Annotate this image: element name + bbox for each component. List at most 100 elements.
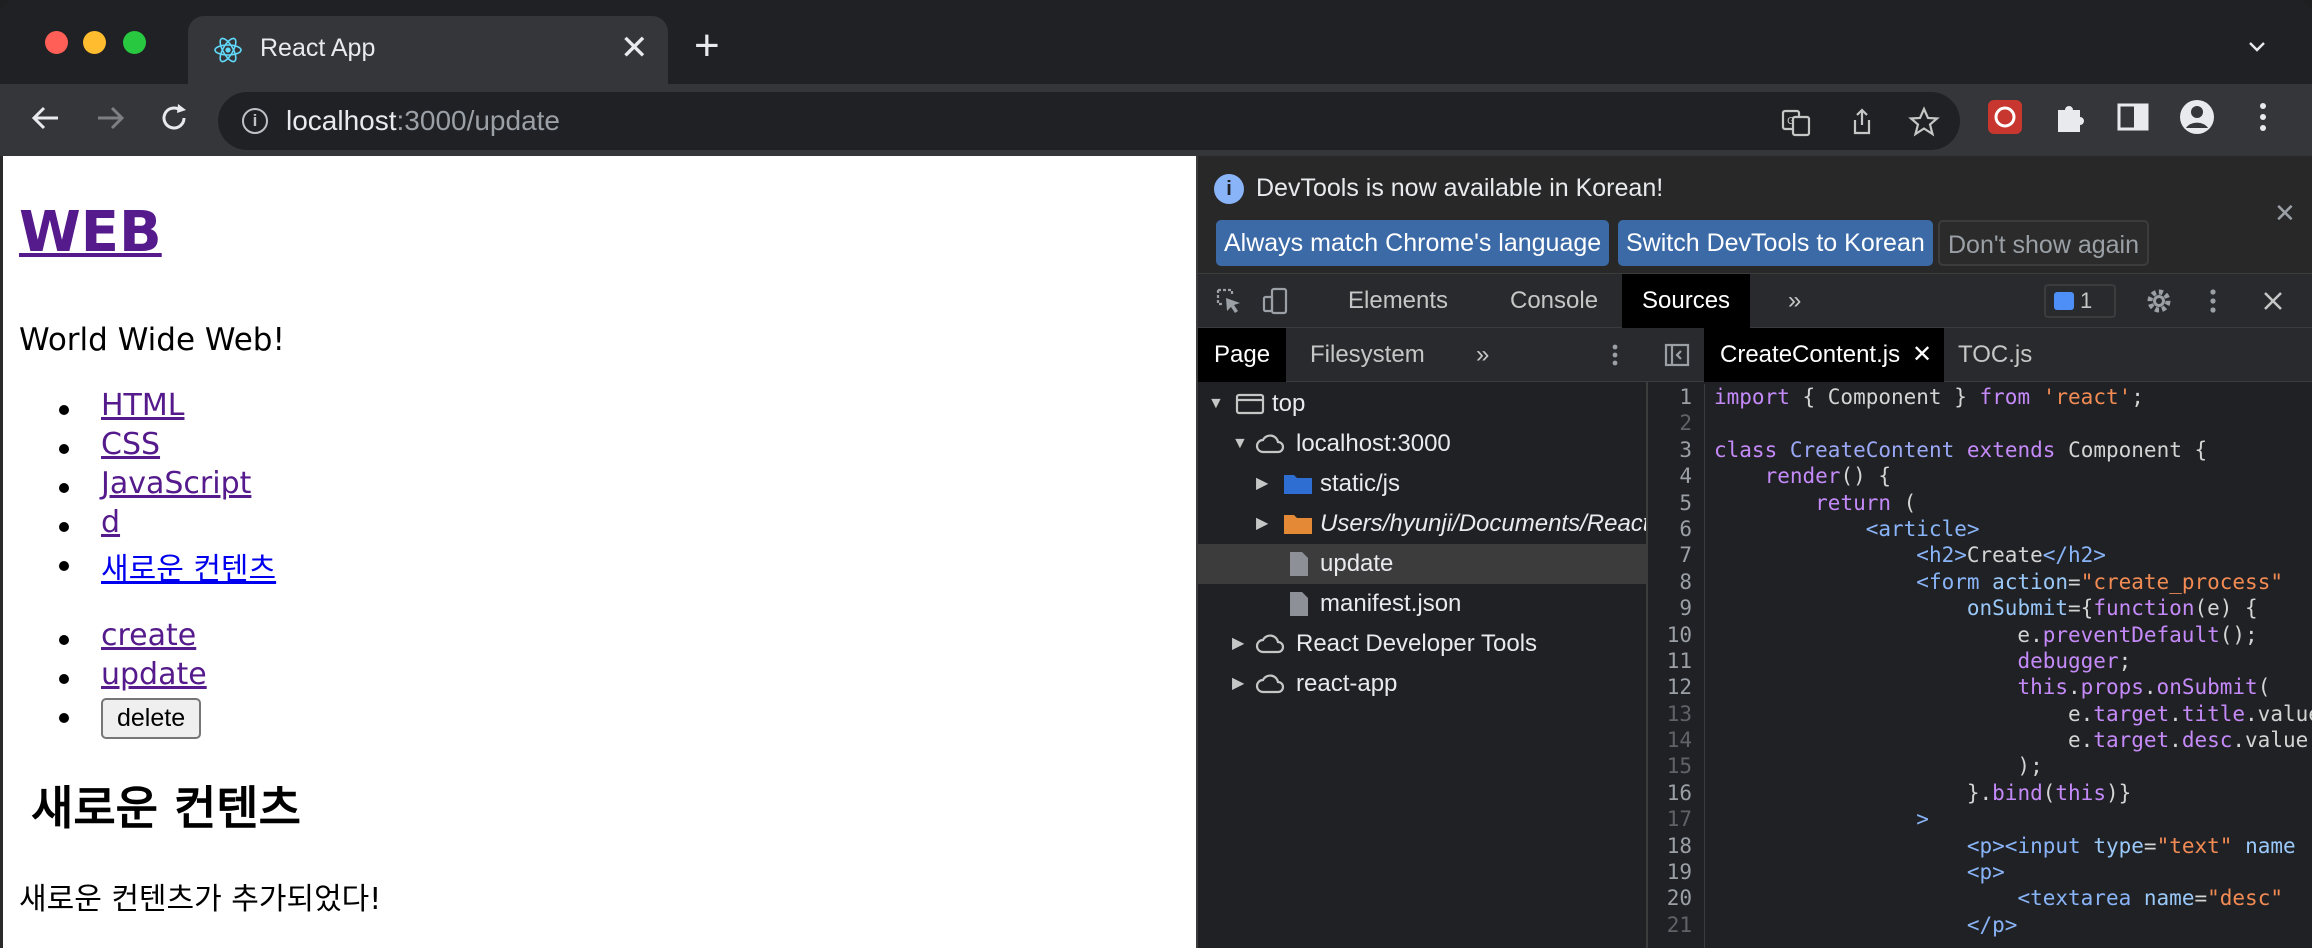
navigator-tab-bar: Page Filesystem » — [1198, 328, 1648, 382]
control-item: create — [53, 618, 207, 657]
side-panel-icon[interactable] — [2114, 98, 2152, 136]
toc-link-html[interactable]: HTML — [101, 388, 184, 423]
tree-item-react-devtools[interactable]: ▶ React Developer Tools — [1198, 624, 1646, 664]
browser-tab-active[interactable]: React App ✕ — [188, 16, 668, 84]
tab-sources[interactable]: Sources — [1622, 274, 1751, 328]
folder-icon — [1284, 515, 1312, 534]
infobar-close-icon[interactable]: ✕ — [2274, 198, 2296, 229]
tree-item-static-js[interactable]: ▶ static/js — [1198, 464, 1646, 504]
devtools-menu-icon[interactable] — [2198, 286, 2228, 316]
update-link[interactable]: update — [101, 657, 207, 692]
svg-text:G: G — [1787, 116, 1795, 127]
issues-count: 1 — [2080, 288, 2093, 313]
file-icon — [1290, 592, 1308, 616]
inspect-element-icon[interactable] — [1214, 286, 1244, 316]
expanded-triangle-icon[interactable]: ▼ — [1232, 424, 1248, 464]
collapsed-triangle-icon[interactable]: ▶ — [1256, 504, 1268, 544]
forward-arrow-icon[interactable] — [90, 98, 130, 138]
code-line: 12 this.props.onSubmit( — [1666, 675, 2271, 700]
collapsed-triangle-icon[interactable]: ▶ — [1256, 464, 1268, 504]
create-link[interactable]: create — [101, 618, 196, 653]
tab-page[interactable]: Page — [1198, 328, 1287, 382]
code-line: 13 e.target.title.value, — [1666, 701, 2312, 726]
code-line: 17 > — [1666, 807, 1929, 832]
toc-link-javascript[interactable]: JavaScript — [101, 466, 251, 501]
tab-search-icon[interactable] — [2248, 38, 2266, 56]
devtools-panel: i DevTools is now available in Korean! A… — [1196, 156, 2312, 948]
tab-close-icon[interactable]: ✕ — [620, 30, 649, 66]
toc-link-d[interactable]: d — [101, 505, 120, 540]
toc-item: d — [53, 505, 276, 544]
close-window-button[interactable] — [45, 31, 68, 54]
bookmark-star-icon[interactable] — [1908, 106, 1940, 138]
tree-item-users-folder[interactable]: ▶ Users/hyunji/Documents/React — [1198, 504, 1646, 544]
maximize-window-button[interactable] — [123, 31, 146, 54]
file-icon — [1290, 552, 1308, 576]
share-icon[interactable] — [1846, 106, 1878, 138]
home-link[interactable]: WEB — [19, 200, 162, 265]
code-line: 1 import { Component } from 'react'; — [1679, 385, 2144, 409]
toc-item: HTML — [53, 388, 276, 427]
extension-app-icon[interactable] — [1986, 98, 2024, 136]
code-line: 11 debugger; — [1666, 648, 2132, 673]
new-tab-button[interactable]: + — [694, 24, 720, 68]
content-description: 새로운 컨텐츠가 추가되었다! — [19, 882, 382, 917]
editor-tab-createcontent[interactable]: CreateContent.js ✕ — [1704, 328, 1945, 382]
navigator-menu-icon[interactable] — [1600, 340, 1630, 370]
sources-navigator: Page Filesystem » ▼ top ▼ localhost:3000… — [1198, 328, 1648, 948]
tree-item-manifest[interactable]: manifest.json — [1198, 584, 1646, 624]
toc-item: CSS — [53, 427, 276, 466]
issues-bubble-icon — [2054, 292, 2074, 310]
minimize-window-button[interactable] — [83, 31, 106, 54]
issues-counter[interactable]: 1 — [2044, 284, 2116, 318]
collapsed-triangle-icon[interactable]: ▶ — [1232, 624, 1244, 664]
more-tabs-chevron-icon[interactable]: » — [1768, 274, 1821, 328]
editor-tab-close-icon[interactable]: ✕ — [1912, 328, 1932, 382]
delete-button[interactable]: delete — [101, 698, 202, 739]
devtools-tab-bar: Elements Console Sources » 1 — [1198, 274, 2312, 328]
code-line: 18 <p><input type="text" name — [1666, 833, 2296, 858]
toggle-navigator-icon[interactable] — [1662, 340, 1692, 370]
tree-item-update[interactable]: update — [1198, 544, 1646, 584]
dont-show-again-button[interactable]: Don't show again — [1938, 220, 2150, 266]
control-item: update — [53, 657, 207, 696]
collapsed-triangle-icon[interactable]: ▶ — [1232, 664, 1244, 704]
tab-elements[interactable]: Elements — [1328, 274, 1468, 328]
settings-gear-icon[interactable] — [2144, 286, 2174, 316]
extensions-puzzle-icon[interactable] — [2050, 98, 2088, 136]
url-text[interactable]: localhost:3000/update — [286, 105, 560, 137]
code-lines[interactable]: 1 import { Component } from 'react'; 2 3c… — [1648, 384, 2312, 938]
back-arrow-icon[interactable] — [26, 98, 66, 138]
code-line: 6 <article> — [1679, 516, 1980, 541]
translate-icon[interactable]: G — [1780, 106, 1812, 138]
tab-console[interactable]: Console — [1490, 274, 1618, 328]
toc-link-css[interactable]: CSS — [101, 427, 160, 462]
close-devtools-icon[interactable] — [2258, 286, 2288, 316]
code-line: 8 <form action="create_process" — [1679, 569, 2283, 594]
code-line: 4 render() { — [1679, 464, 1892, 489]
editor-tab-toc[interactable]: TOC.js — [1942, 328, 2048, 382]
tab-title: React App — [260, 34, 376, 62]
page-title: WEB — [19, 200, 162, 265]
editor-tab-bar: CreateContent.js ✕ TOC.js — [1648, 328, 2312, 382]
tab-filesystem[interactable]: Filesystem — [1294, 328, 1441, 382]
code-line: 16 }.bind(this)} — [1666, 780, 2132, 805]
site-info-icon[interactable]: i — [242, 108, 268, 134]
browser-menu-icon[interactable] — [2244, 98, 2282, 136]
toc-link-new-content[interactable]: 새로운 컨텐츠 — [101, 552, 276, 587]
folder-icon — [1284, 475, 1312, 494]
reload-icon[interactable] — [154, 98, 194, 138]
more-navigator-tabs-icon[interactable]: » — [1460, 328, 1505, 382]
device-toolbar-icon[interactable] — [1260, 286, 1290, 316]
expanded-triangle-icon[interactable]: ▼ — [1208, 384, 1224, 424]
tree-item-localhost[interactable]: ▼ localhost:3000 — [1198, 424, 1646, 464]
tab-strip: React App ✕ + — [0, 0, 2312, 84]
cloud-icon — [1255, 674, 1285, 694]
profile-avatar-icon[interactable] — [2178, 98, 2216, 136]
always-match-language-button[interactable]: Always match Chrome's language — [1216, 220, 1610, 266]
code-line: 20 <textarea name="desc" — [1666, 886, 2283, 911]
switch-to-korean-button[interactable]: Switch DevTools to Korean — [1618, 220, 1933, 266]
tree-item-react-app[interactable]: ▶ react-app — [1198, 664, 1646, 704]
address-bar[interactable]: i localhost:3000/update G — [218, 92, 1960, 150]
tree-item-top[interactable]: ▼ top — [1198, 384, 1646, 424]
